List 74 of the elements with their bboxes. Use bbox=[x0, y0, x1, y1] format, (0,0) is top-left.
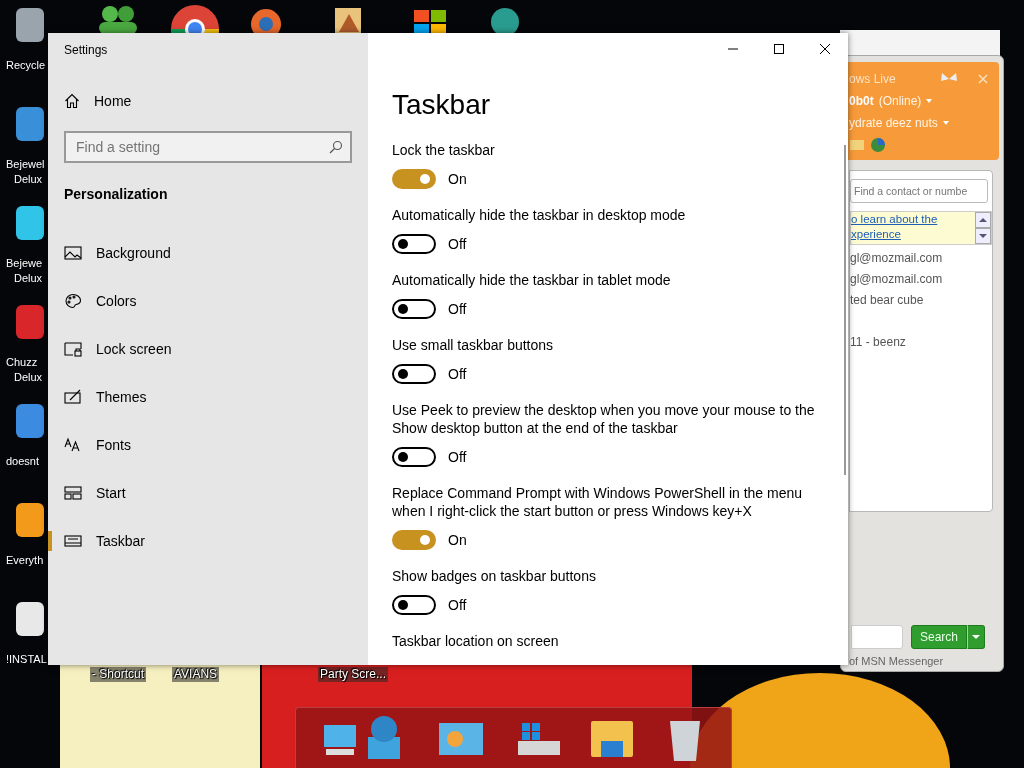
desktop-icon-label[interactable]: AVIANS bbox=[172, 667, 220, 682]
taskbar-icon bbox=[64, 533, 82, 549]
search-field[interactable]: Find a setting bbox=[64, 131, 352, 163]
setting-label: Taskbar location on screen bbox=[392, 632, 560, 650]
toggle-switch[interactable] bbox=[392, 169, 436, 189]
desktop-icon-label[interactable]: Delux bbox=[14, 271, 43, 286]
toggle-state: On bbox=[448, 171, 467, 187]
toggle-state: Off bbox=[448, 366, 467, 382]
scrollbar[interactable] bbox=[844, 145, 846, 475]
close-icon bbox=[819, 43, 831, 55]
section-heading: Personalization bbox=[64, 185, 169, 203]
lock-screen-icon bbox=[64, 341, 82, 357]
user-name: 0b0t bbox=[849, 94, 874, 108]
banner-link[interactable]: o learn about the bbox=[851, 212, 975, 227]
contact-entry[interactable]: 11 - beenz bbox=[850, 334, 992, 350]
desktop-icon-label[interactable]: Delux bbox=[14, 370, 43, 385]
themes-icon bbox=[64, 389, 82, 405]
setting-label: Automatically hide the taskbar in tablet mode bbox=[392, 271, 672, 289]
contact-search-field[interactable]: Find a contact or numbe bbox=[850, 179, 988, 203]
toggle-switch[interactable] bbox=[392, 364, 436, 384]
nav-item[interactable]: Themes bbox=[48, 373, 352, 421]
nav-item[interactable]: Start bbox=[48, 469, 352, 517]
nav-item[interactable]: Taskbar bbox=[48, 517, 352, 565]
setting-label: Use small taskbar buttons bbox=[392, 336, 555, 354]
toggle-state: Off bbox=[448, 236, 467, 252]
nav-item[interactable]: Background bbox=[48, 229, 352, 277]
toggle-state: Off bbox=[448, 449, 467, 465]
home-item[interactable]: Home bbox=[64, 91, 352, 111]
maximize-icon bbox=[773, 43, 785, 55]
desktop-icon-label[interactable]: Recycle bbox=[6, 58, 46, 73]
setting-label: Automatically hide the taskbar in desktop mode bbox=[392, 206, 687, 224]
toggle-switch[interactable] bbox=[392, 530, 436, 550]
toggle-state: On bbox=[448, 532, 467, 548]
contact-entry[interactable]: gl@mozmail.com bbox=[850, 271, 992, 287]
desktop-icon-label[interactable]: Party Scre... bbox=[318, 667, 389, 682]
toggle-switch[interactable] bbox=[392, 299, 436, 319]
setting-label: Lock the taskbar bbox=[392, 141, 496, 159]
web-search-field[interactable] bbox=[851, 625, 903, 649]
toggle-switch[interactable] bbox=[392, 447, 436, 467]
contact-entry[interactable]: gl@mozmail.com bbox=[850, 250, 992, 266]
desktop-icon-label[interactable]: Delux bbox=[14, 172, 43, 187]
banner-link[interactable]: xperience bbox=[851, 227, 975, 242]
toggle-state: Off bbox=[448, 301, 467, 317]
setting-label: Replace Command Prompt with Windows PowerShell in the menu when I right-click the start button or press Windows key+X bbox=[392, 484, 804, 520]
footer-text: of MSN Messenger bbox=[848, 655, 945, 669]
search-icon bbox=[329, 140, 343, 154]
toggle-state: Off bbox=[448, 597, 467, 613]
desktop-icon-label[interactable]: doesnt bbox=[6, 454, 40, 469]
nav-item[interactable]: Colors bbox=[48, 277, 352, 325]
desktop-icon-label[interactable]: Chuzz bbox=[6, 355, 38, 370]
setting-label: Show badges on taskbar buttons bbox=[392, 567, 597, 585]
home-icon bbox=[64, 93, 80, 109]
desktop-icon-label[interactable]: - Shortcut bbox=[90, 667, 147, 682]
desktop-icon-label[interactable]: Bejewe bbox=[6, 256, 43, 271]
picture-icon bbox=[64, 245, 82, 261]
globe-icon[interactable] bbox=[870, 137, 886, 153]
setting-label: Use Peek to preview the desktop when you move your mouse to the Show desktop button at the end of the taskbar bbox=[392, 401, 816, 437]
toggle-switch[interactable] bbox=[392, 234, 436, 254]
nav-item[interactable]: Fonts bbox=[48, 421, 352, 469]
start-icon bbox=[64, 485, 82, 501]
palette-icon bbox=[64, 293, 82, 309]
page-title: Taskbar bbox=[392, 88, 492, 122]
desktop-icon-label[interactable]: Everyth bbox=[6, 553, 44, 568]
desktop-icon-label[interactable]: !INSTAL bbox=[6, 652, 47, 667]
fonts-icon bbox=[64, 437, 82, 453]
window-title: Settings bbox=[64, 42, 109, 58]
scroll-up-icon[interactable] bbox=[975, 212, 991, 228]
desktop-icon-label[interactable]: Bejewel bbox=[6, 157, 45, 172]
nav-item[interactable]: Lock screen bbox=[48, 325, 352, 373]
scroll-down-icon[interactable] bbox=[975, 228, 991, 244]
dropdown-button[interactable] bbox=[967, 625, 985, 649]
messenger-title: ows Live bbox=[849, 72, 897, 86]
contact-entry[interactable]: ted bear cube bbox=[850, 292, 992, 308]
toggle-switch[interactable] bbox=[392, 595, 436, 615]
